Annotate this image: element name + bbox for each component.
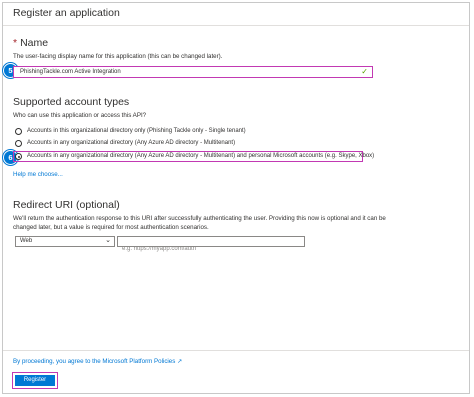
redirect-uri-input[interactable] [118, 244, 302, 254]
platform-select-value: Web [20, 238, 33, 244]
redirect-description-line1: We'll return the authentication response… [13, 215, 386, 222]
help-me-choose-link[interactable]: Help me choose... [13, 171, 63, 178]
footer-divider [3, 350, 469, 351]
app-name-value: PhishingTackle.com Active Integration [20, 68, 121, 75]
page-title: Register an application [13, 7, 120, 19]
account-option-label: Accounts in any organizational directory… [27, 153, 375, 159]
account-option-label: Accounts in this organizational director… [27, 128, 246, 134]
register-button-highlight: Register [12, 372, 58, 389]
account-option-label: Accounts in any organizational directory… [27, 140, 236, 146]
radio-button[interactable] [15, 140, 22, 147]
account-types-title: Supported account types [13, 96, 130, 108]
platform-policies-link[interactable]: By proceeding, you agree to the Microsof… [13, 358, 182, 365]
radio-button[interactable] [15, 128, 22, 135]
name-section-title: * Name [13, 37, 48, 49]
register-button[interactable]: Register [15, 375, 55, 386]
redirect-description-line2: changed later, but a value is required f… [13, 224, 209, 231]
panel-header: Register an application [3, 3, 469, 26]
register-app-panel: Register an application * Name The user-f… [2, 2, 470, 394]
app-name-input[interactable]: PhishingTackle.com Active Integration ✓ [13, 66, 373, 78]
platform-select[interactable]: Web ⌄ [15, 236, 115, 247]
chevron-down-icon: ⌄ [105, 237, 111, 244]
account-types-question: Who can use this application or access t… [13, 112, 147, 119]
check-icon: ✓ [361, 67, 368, 76]
platform-policies-text: By proceeding, you agree to the Microsof… [13, 358, 176, 365]
redirect-uri-title: Redirect URI (optional) [13, 199, 120, 211]
external-link-icon: ↗ [177, 358, 183, 365]
radio-button-selected[interactable] [15, 153, 22, 160]
name-title-text: Name [20, 37, 49, 49]
name-description: The user-facing display name for this ap… [13, 53, 223, 60]
redirect-uri-input-wrap [117, 236, 305, 254]
required-marker: * [13, 37, 18, 49]
